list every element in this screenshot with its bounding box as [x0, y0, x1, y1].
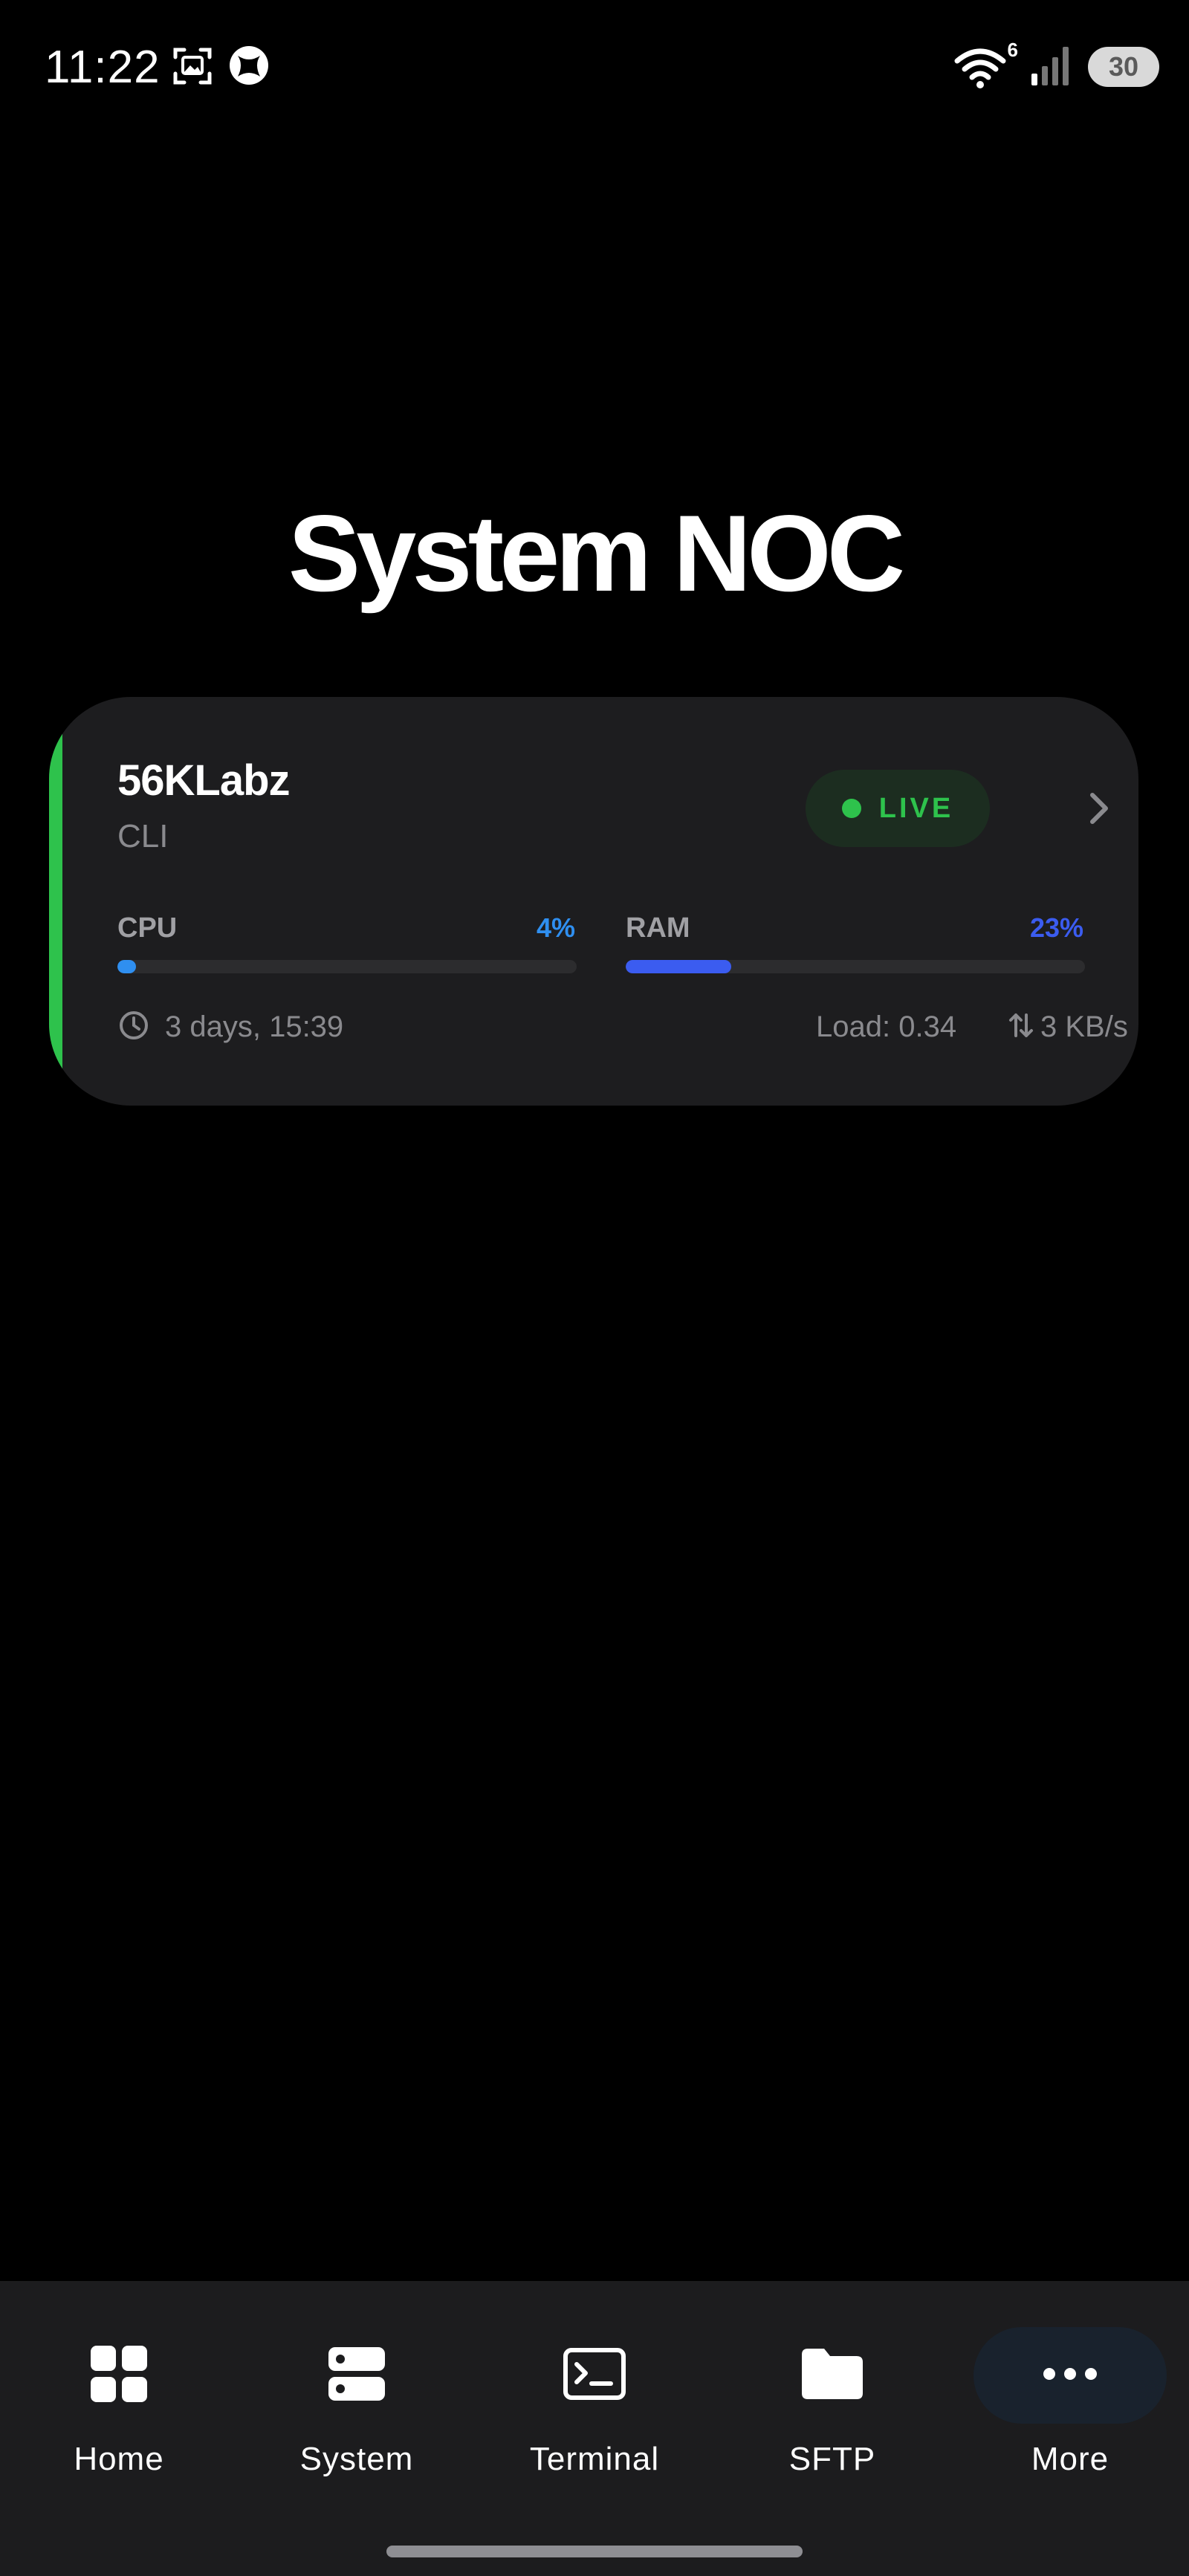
network-transfer-icon — [1008, 1009, 1034, 1045]
nav-sftp-icon-wrap — [736, 2327, 929, 2424]
folder-icon — [800, 2347, 864, 2404]
live-status-label: LIVE — [878, 792, 954, 824]
wifi-badge: 6 — [1007, 39, 1018, 61]
screenshot-icon — [171, 44, 214, 91]
clock-icon — [117, 1009, 150, 1045]
more-icon — [1042, 2366, 1098, 2385]
wifi-icon: 6 — [954, 39, 1018, 91]
nav-terminal-icon-wrap — [498, 2327, 691, 2424]
load-text: Load: 0.34 — [816, 1010, 957, 1043]
status-left-icons — [171, 45, 270, 89]
nav-terminal-label: Terminal — [529, 2441, 660, 2477]
live-status-badge: LIVE — [806, 770, 990, 847]
grid-icon — [89, 2344, 149, 2407]
ram-bar-track — [626, 960, 1085, 973]
cpu-bar-fill — [117, 960, 136, 973]
signal-icon — [1030, 44, 1072, 91]
ram-bar-fill — [626, 960, 732, 973]
status-time: 11:22 — [45, 42, 161, 93]
network-rate-text: 3 KB/s — [1040, 1010, 1128, 1043]
ram-value: 23% — [1029, 912, 1083, 943]
server-type: CLI — [117, 818, 169, 854]
uptime-text: 3 days, 15:39 — [165, 1010, 344, 1043]
battery-level: 30 — [1108, 51, 1139, 82]
nav-home-label: Home — [74, 2441, 164, 2477]
home-indicator[interactable] — [386, 2546, 803, 2557]
server-name: 56KLabz — [117, 756, 291, 805]
server-card[interactable]: 56KLabz CLI LIVE CPU 4% RAM 23% 3 days, … — [49, 697, 1138, 1106]
uptime-info: 3 days, 15:39 — [117, 1005, 343, 1049]
cpu-value: 4% — [536, 912, 575, 943]
status-right-icons: 6 30 — [954, 39, 1159, 91]
nav-more-label: More — [1031, 2441, 1109, 2477]
nav-home-icon-wrap — [22, 2327, 216, 2424]
cpu-label: CPU — [117, 912, 178, 944]
nav-sftp[interactable]: SFTP — [721, 2327, 944, 2498]
nav-system-label: System — [299, 2441, 414, 2477]
terminal-icon — [563, 2347, 626, 2404]
battery-icon: 30 — [1088, 47, 1159, 87]
cpu-bar-track — [117, 960, 577, 973]
network-info: 3 KB/s — [1008, 1005, 1128, 1049]
live-dot-icon — [841, 799, 861, 818]
nav-sftp-label: SFTP — [788, 2441, 876, 2477]
xbox-icon — [227, 44, 270, 91]
server-icon — [327, 2344, 386, 2407]
ram-label: RAM — [626, 912, 690, 944]
page-title: System NOC — [288, 493, 905, 614]
nav-more[interactable]: More — [959, 2327, 1182, 2498]
card-status-accent — [49, 697, 62, 1106]
chevron-right-icon[interactable] — [1078, 788, 1119, 829]
status-bar: 11:22 6 30 — [0, 0, 1189, 134]
nav-terminal[interactable]: Terminal — [483, 2327, 706, 2498]
nav-more-icon-wrap — [973, 2327, 1167, 2424]
nav-home[interactable]: Home — [7, 2327, 230, 2498]
nav-system-icon-wrap — [260, 2327, 453, 2424]
bottom-navigation: Home System Terminal SFTP More — [0, 2281, 1189, 2576]
nav-system[interactable]: System — [245, 2327, 468, 2498]
